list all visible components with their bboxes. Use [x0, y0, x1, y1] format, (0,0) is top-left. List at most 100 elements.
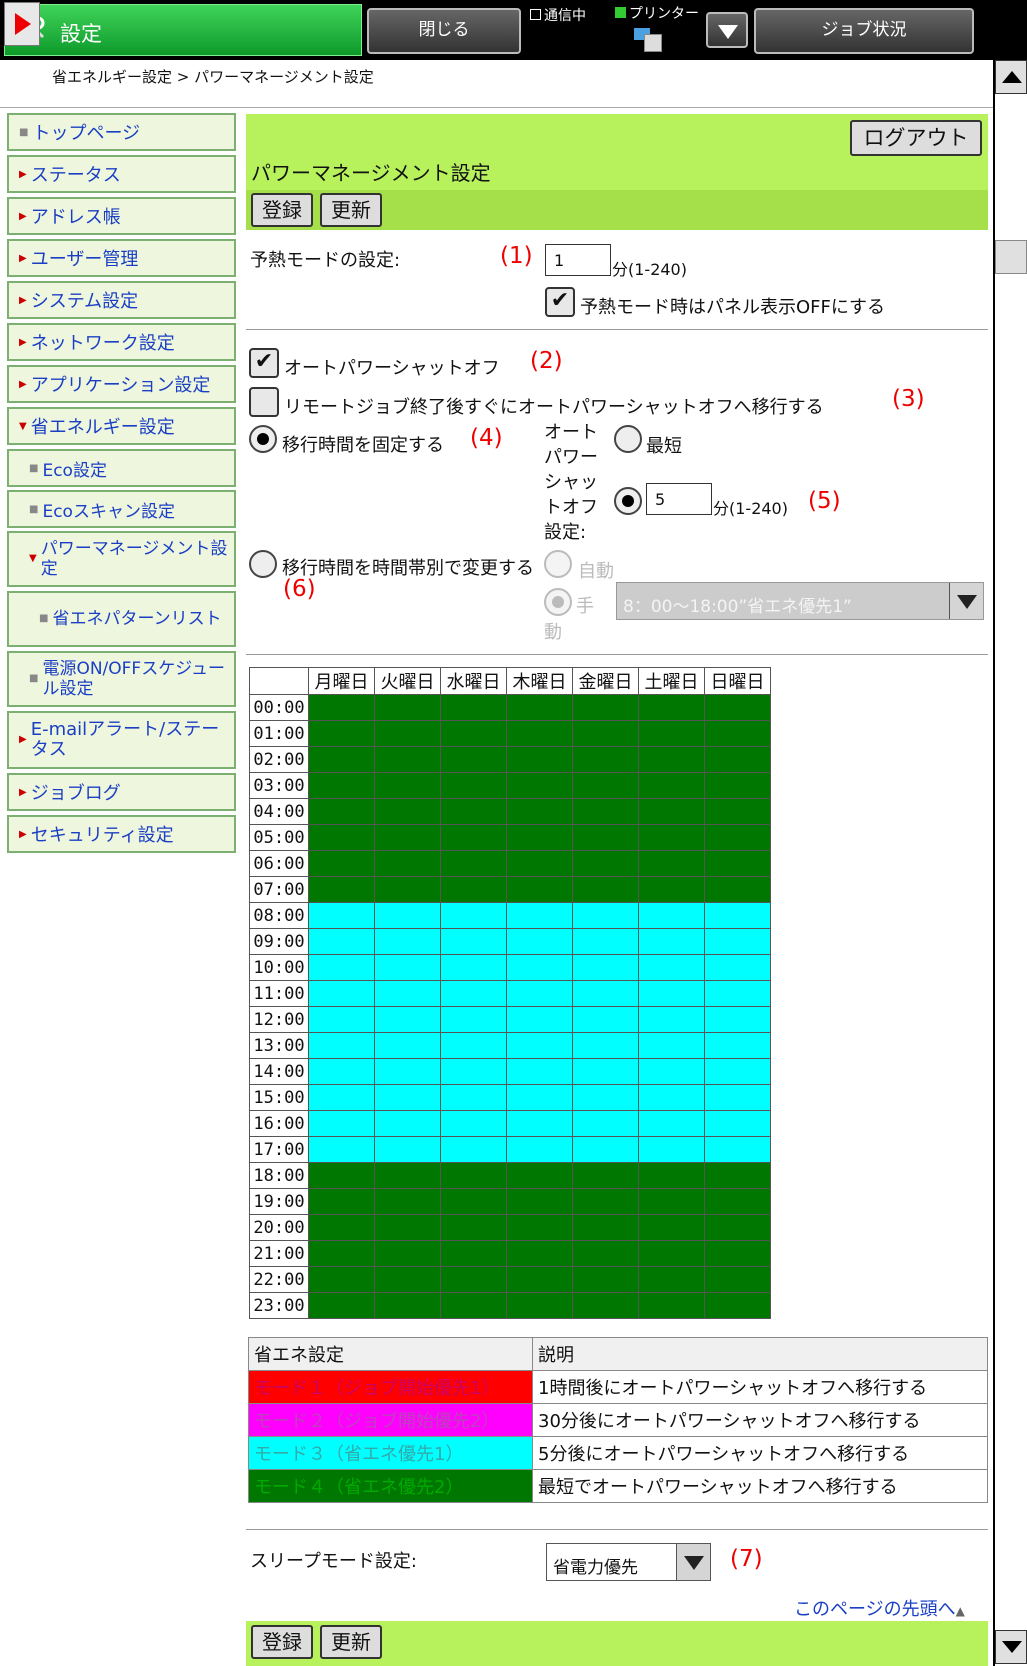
schedule-cell[interactable] — [440, 798, 507, 825]
schedule-cell[interactable] — [506, 954, 573, 981]
auto-power-off-checkbox[interactable]: ✔ — [249, 348, 279, 378]
schedule-cell[interactable] — [704, 1058, 771, 1085]
schedule-cell[interactable] — [572, 772, 639, 799]
schedule-cell[interactable] — [704, 1266, 771, 1293]
schedule-cell[interactable] — [374, 1162, 441, 1189]
schedule-cell[interactable] — [572, 954, 639, 981]
sidebar-item-application-settings[interactable]: ▶ アプリケーション設定 — [7, 365, 236, 403]
schedule-cell[interactable] — [308, 1188, 375, 1215]
schedule-cell[interactable] — [704, 954, 771, 981]
schedule-cell[interactable] — [440, 1032, 507, 1059]
schedule-cell[interactable] — [374, 980, 441, 1007]
schedule-cell[interactable] — [308, 1006, 375, 1033]
schedule-cell[interactable] — [704, 1162, 771, 1189]
sidebar-item-user-management[interactable]: ▶ ユーザー管理 — [7, 239, 236, 277]
schedule-cell[interactable] — [440, 746, 507, 773]
fixed-time-radio[interactable] — [249, 425, 277, 453]
schedule-cell[interactable] — [572, 1110, 639, 1137]
schedule-cell[interactable] — [572, 1136, 639, 1163]
schedule-cell[interactable] — [506, 772, 573, 799]
schedule-cell[interactable] — [506, 1136, 573, 1163]
schedule-cell[interactable] — [506, 694, 573, 721]
schedule-cell[interactable] — [374, 1292, 441, 1319]
panel-off-checkbox[interactable]: ✔ — [545, 287, 575, 317]
schedule-cell[interactable] — [638, 824, 705, 851]
schedule-cell[interactable] — [308, 1240, 375, 1267]
schedule-cell[interactable] — [506, 1240, 573, 1267]
settings-tab[interactable]: 設定 — [4, 4, 362, 56]
schedule-cell[interactable] — [374, 876, 441, 903]
schedule-cell[interactable] — [704, 850, 771, 877]
register-button-bottom[interactable]: 登録 — [251, 1625, 313, 1659]
sidebar-item-energy-save[interactable]: ▼ 省エネルギー設定 — [7, 407, 236, 445]
schedule-cell[interactable] — [440, 1214, 507, 1241]
sidebar-item-energy-pattern-list[interactable]: ■ 省エネパターンリスト — [7, 591, 236, 647]
schedule-cell[interactable] — [308, 1214, 375, 1241]
schedule-cell[interactable] — [440, 928, 507, 955]
schedule-cell[interactable] — [572, 720, 639, 747]
sidebar-item-power-schedule[interactable]: ■ 電源ON/OFFスケジュール設定 — [7, 651, 236, 707]
preheat-minutes-input[interactable]: 1 — [545, 244, 611, 276]
schedule-cell[interactable] — [440, 954, 507, 981]
schedule-cell[interactable] — [638, 1292, 705, 1319]
schedule-cell[interactable] — [374, 824, 441, 851]
schedule-cell[interactable] — [638, 850, 705, 877]
top-link-text[interactable]: このページの先頭へ — [794, 1599, 956, 1620]
schedule-cell[interactable] — [506, 902, 573, 929]
schedule-cell[interactable] — [572, 1240, 639, 1267]
schedule-cell[interactable] — [638, 980, 705, 1007]
schedule-cell[interactable] — [506, 1032, 573, 1059]
scrollbar[interactable] — [993, 60, 1027, 1666]
schedule-cell[interactable] — [572, 1084, 639, 1111]
sidebar-toggle-button[interactable] — [4, 2, 40, 46]
schedule-cell[interactable] — [638, 694, 705, 721]
schedule-cell[interactable] — [374, 694, 441, 721]
schedule-cell[interactable] — [374, 798, 441, 825]
schedule-cell[interactable] — [308, 1110, 375, 1137]
schedule-cell[interactable] — [374, 1136, 441, 1163]
sidebar-item-eco-scan[interactable]: ■ Ecoスキャン設定 — [7, 490, 236, 528]
schedule-cell[interactable] — [572, 694, 639, 721]
schedule-cell[interactable] — [506, 1188, 573, 1215]
schedule-cell[interactable] — [638, 954, 705, 981]
schedule-cell[interactable] — [308, 850, 375, 877]
schedule-cell[interactable] — [440, 1006, 507, 1033]
schedule-cell[interactable] — [440, 1292, 507, 1319]
schedule-cell[interactable] — [572, 876, 639, 903]
schedule-cell[interactable] — [308, 1266, 375, 1293]
scroll-thumb[interactable] — [995, 240, 1027, 274]
schedule-cell[interactable] — [440, 1162, 507, 1189]
close-button[interactable]: 閉じる — [367, 8, 521, 54]
schedule-cell[interactable] — [572, 1266, 639, 1293]
schedule-cell[interactable] — [440, 876, 507, 903]
schedule-cell[interactable] — [374, 1084, 441, 1111]
schedule-cell[interactable] — [374, 850, 441, 877]
schedule-cell[interactable] — [374, 902, 441, 929]
schedule-cell[interactable] — [704, 824, 771, 851]
shutoff-minutes-input[interactable]: 5 — [646, 483, 712, 515]
sidebar-item-system-settings[interactable]: ▶ システム設定 — [7, 281, 236, 319]
sidebar-item-email-alert[interactable]: ▶ E-mailアラート/ステータス — [7, 711, 236, 769]
scroll-up-button[interactable] — [995, 60, 1027, 94]
schedule-cell[interactable] — [374, 1058, 441, 1085]
schedule-cell[interactable] — [308, 954, 375, 981]
schedule-cell[interactable] — [572, 1006, 639, 1033]
schedule-cell[interactable] — [638, 1266, 705, 1293]
top-link[interactable]: このページの先頭へ▲ — [794, 1595, 965, 1621]
schedule-cell[interactable] — [572, 1162, 639, 1189]
schedule-cell[interactable] — [704, 1110, 771, 1137]
schedule-cell[interactable] — [374, 1110, 441, 1137]
schedule-cell[interactable] — [440, 1110, 507, 1137]
schedule-cell[interactable] — [638, 746, 705, 773]
schedule-cell[interactable] — [704, 902, 771, 929]
schedule-cell[interactable] — [638, 1110, 705, 1137]
schedule-cell[interactable] — [374, 954, 441, 981]
schedule-cell[interactable] — [308, 1162, 375, 1189]
schedule-cell[interactable] — [704, 1240, 771, 1267]
schedule-cell[interactable] — [638, 1032, 705, 1059]
register-button[interactable]: 登録 — [251, 193, 313, 227]
schedule-cell[interactable] — [308, 1292, 375, 1319]
sidebar-item-power-management[interactable]: ▼ パワーマネージメント設定 — [7, 531, 236, 587]
scroll-down-button[interactable] — [995, 1630, 1027, 1664]
schedule-cell[interactable] — [374, 1240, 441, 1267]
